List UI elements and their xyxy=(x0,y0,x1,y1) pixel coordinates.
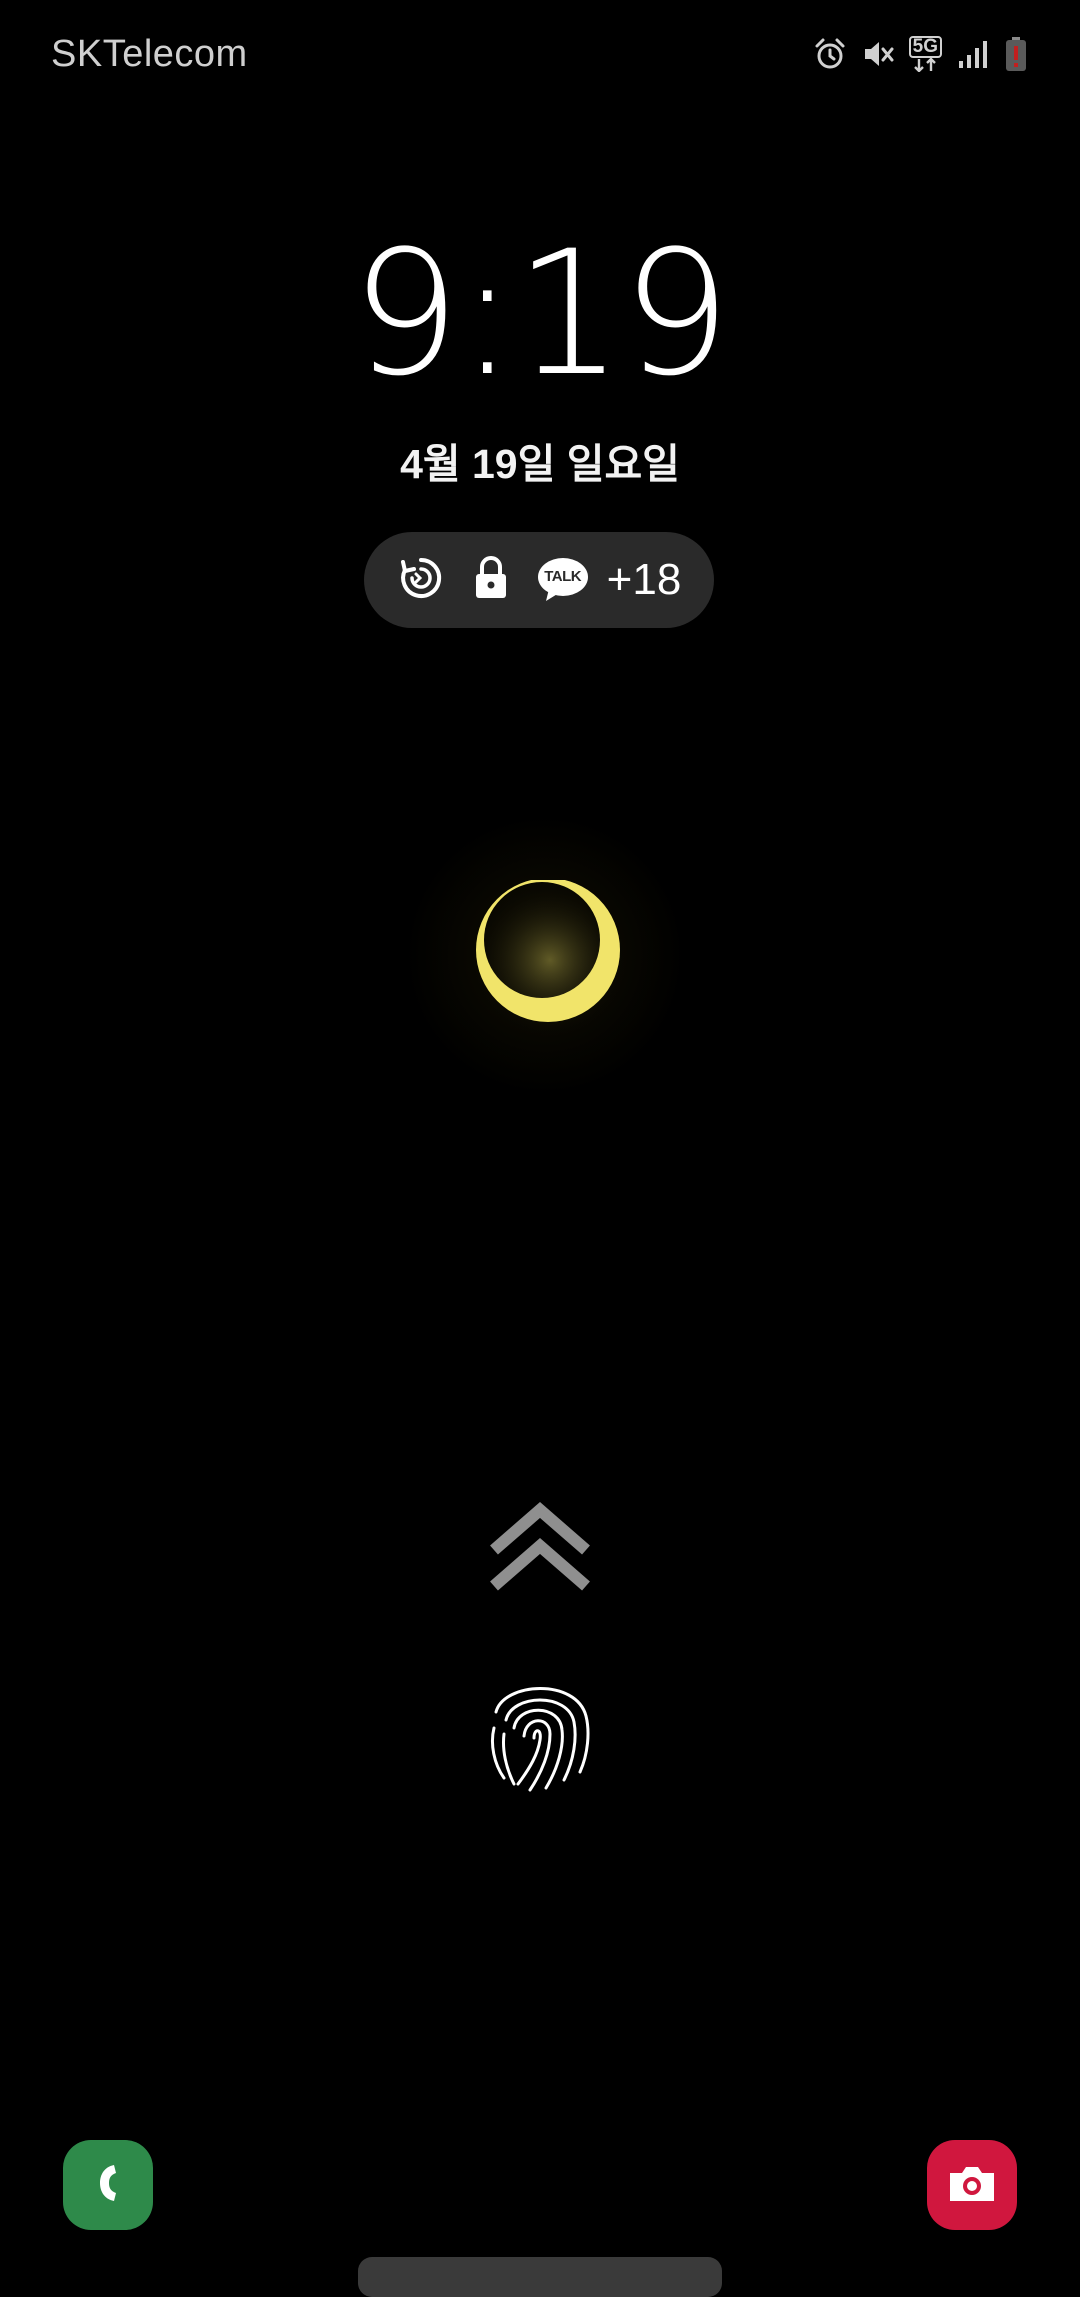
fingerprint-icon[interactable] xyxy=(484,1668,596,1801)
lock-icon xyxy=(471,554,511,607)
status-icons: 5G xyxy=(813,34,1028,74)
camera-shortcut-button[interactable] xyxy=(927,2140,1017,2230)
swipe-up-chevron-icon xyxy=(490,1500,590,1601)
lock-screen-clock: 9:19 xyxy=(350,213,731,414)
sync-icon xyxy=(397,554,445,607)
home-gesture-bar[interactable] xyxy=(358,2257,722,2297)
kakaotalk-label: TALK xyxy=(544,568,582,585)
status-bar: SKTelecom 5G xyxy=(0,0,1080,110)
crescent-moon-image xyxy=(470,878,630,1045)
alarm-icon xyxy=(813,37,847,71)
phone-icon xyxy=(84,2159,132,2212)
network-type-label: 5G xyxy=(908,36,942,58)
lock-screen-date: 4월 19일 일요일 xyxy=(400,441,680,487)
notification-icons-pill[interactable]: TALK +18 xyxy=(364,532,714,628)
battery-low-icon xyxy=(1004,36,1028,72)
carrier-label: SKTelecom xyxy=(51,33,248,75)
notification-more-count: +18 xyxy=(606,555,682,604)
mute-icon xyxy=(861,37,895,71)
5g-data-icon: 5G xyxy=(908,36,942,72)
camera-icon xyxy=(946,2161,998,2210)
phone-shortcut-button[interactable] xyxy=(63,2140,153,2230)
signal-icon xyxy=(956,37,990,71)
kakaotalk-icon: TALK xyxy=(537,557,589,603)
